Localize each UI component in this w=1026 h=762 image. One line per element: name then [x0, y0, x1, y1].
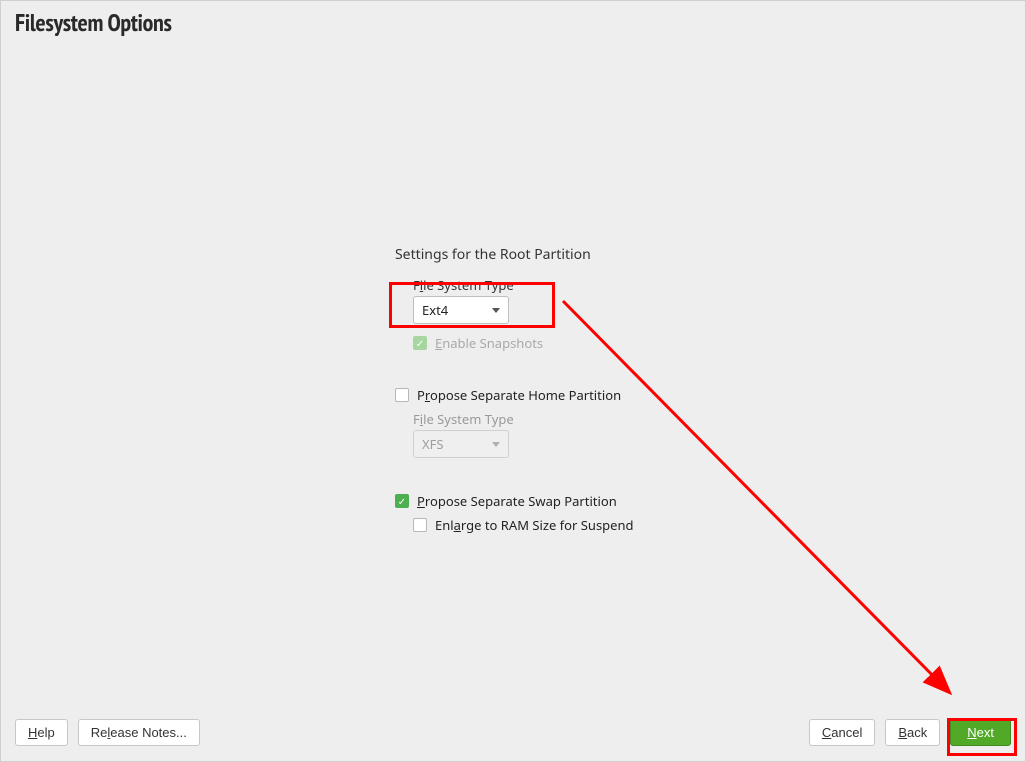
enlarge-swap-label: Enlarge to RAM Size for Suspend	[435, 516, 634, 534]
cancel-button[interactable]: Cancel	[809, 719, 875, 746]
swap-partition-row: ✓ Propose Separate Swap Partition	[395, 492, 745, 510]
home-partition-row: Propose Separate Home Partition	[395, 386, 745, 404]
root-section-header: Settings for the Root Partition	[395, 245, 745, 264]
enable-snapshots-label: Enable Snapshots	[435, 334, 543, 352]
root-fs-type-label: File System Type	[413, 276, 745, 294]
check-icon: ✓	[416, 338, 424, 348]
root-fs-type-combobox[interactable]: Ext4	[413, 296, 509, 324]
enable-snapshots-row: ✓ Enable Snapshots	[413, 334, 745, 352]
page-title: Filesystem Options	[15, 7, 172, 38]
enlarge-swap-row: Enlarge to RAM Size for Suspend	[413, 516, 745, 534]
enable-snapshots-checkbox: ✓	[413, 336, 427, 350]
back-button[interactable]: Back	[885, 719, 940, 746]
check-icon: ✓	[398, 496, 406, 506]
home-partition-label: Propose Separate Home Partition	[417, 386, 621, 404]
home-partition-checkbox[interactable]	[395, 388, 409, 402]
next-button[interactable]: Next	[950, 719, 1011, 746]
chevron-down-icon	[492, 308, 500, 313]
chevron-down-icon	[492, 442, 500, 447]
form-content: Settings for the Root Partition File Sys…	[395, 245, 745, 534]
root-fs-type-value: Ext4	[422, 301, 448, 319]
installer-window: Filesystem Options Settings for the Root…	[0, 0, 1026, 762]
enlarge-swap-checkbox[interactable]	[413, 518, 427, 532]
swap-partition-label: Propose Separate Swap Partition	[417, 492, 617, 510]
home-fs-type-combobox: XFS	[413, 430, 509, 458]
release-notes-button[interactable]: Release Notes...	[78, 719, 200, 746]
footer-bar: Help Release Notes... Cancel Back Next	[1, 717, 1025, 747]
footer-left: Help Release Notes...	[15, 719, 200, 746]
home-fs-type-label: File System Type	[413, 410, 745, 428]
help-button[interactable]: Help	[15, 719, 68, 746]
home-fs-type-value: XFS	[422, 435, 444, 453]
footer-right: Cancel Back Next	[809, 719, 1011, 746]
swap-partition-checkbox[interactable]: ✓	[395, 494, 409, 508]
